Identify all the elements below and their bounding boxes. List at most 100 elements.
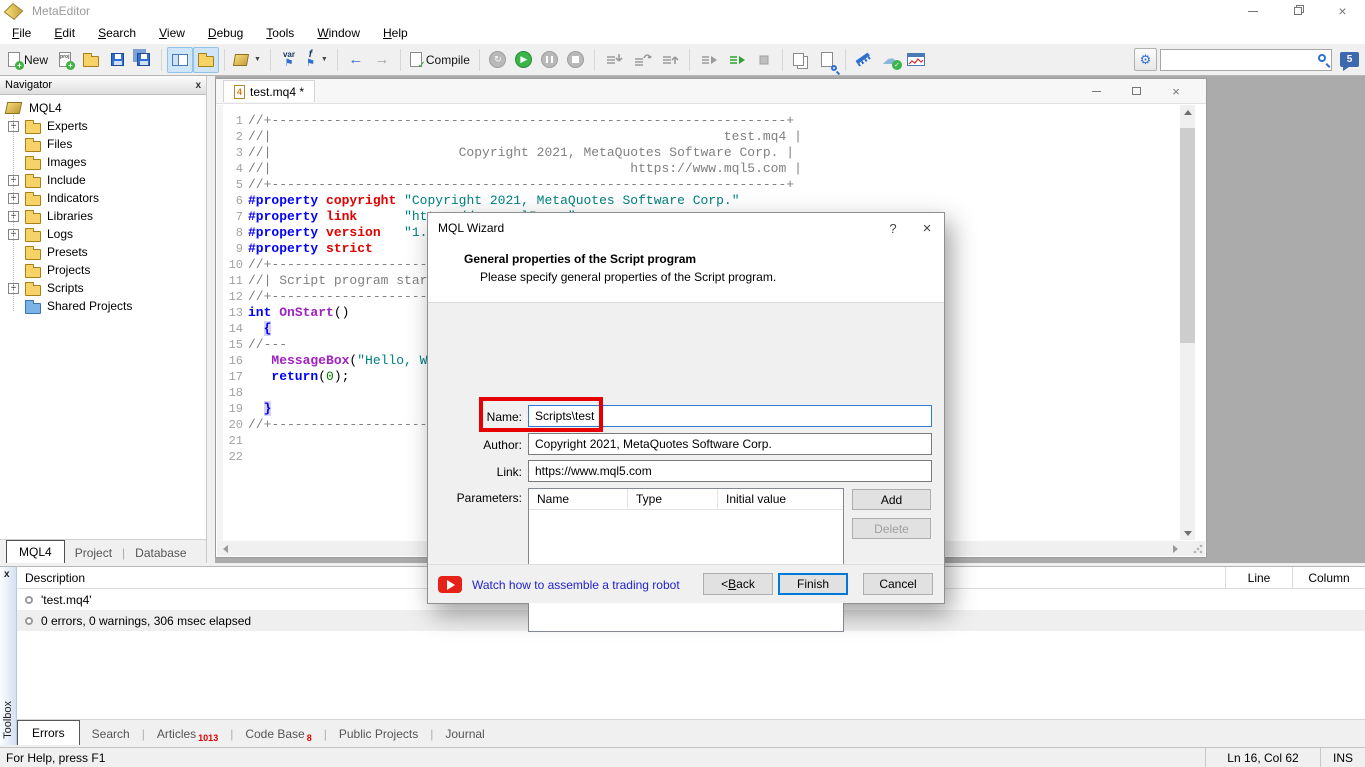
wizard-help-button[interactable]: ? [876, 213, 910, 243]
compile-button[interactable]: ✓ Compile [406, 47, 474, 73]
editor-vertical-scrollbar[interactable] [1180, 105, 1195, 540]
save-icon [111, 53, 124, 66]
resize-grip-icon[interactable] [1193, 544, 1203, 554]
parameters-table[interactable]: Name Type Initial value [528, 488, 844, 632]
tab-articles[interactable]: Articles1013 [145, 723, 230, 745]
tree-guide-line [13, 115, 14, 311]
scroll-up-icon[interactable] [1180, 105, 1195, 119]
scroll-down-icon[interactable] [1180, 526, 1195, 540]
toolbar-search [1160, 49, 1332, 71]
menu-view[interactable]: View [149, 23, 195, 43]
goto-function-button[interactable]: f⚑ ▼ [302, 47, 332, 73]
doc-maximize-button[interactable] [1116, 81, 1156, 101]
line-header: Line [1225, 567, 1292, 589]
step-over-button[interactable] [628, 47, 656, 73]
navigator-tab-project[interactable]: Project [65, 543, 122, 563]
tab-errors[interactable]: Errors [17, 720, 80, 745]
tree-item-scripts[interactable]: + Scripts [0, 279, 206, 297]
navigator-tree: MQL4 + Experts Files Images + Include [0, 95, 206, 315]
scrollbar-thumb[interactable] [1180, 128, 1195, 343]
run-to-cursor-button[interactable] [723, 47, 751, 73]
snippets-button[interactable]: ▼ [230, 47, 265, 73]
stop-debug-button[interactable] [563, 47, 589, 73]
toolbox-close-icon[interactable]: x [4, 569, 10, 580]
start-debug-button[interactable]: ▶ [511, 47, 537, 73]
back-arrow-icon: ← [348, 51, 363, 68]
copy-button[interactable] [788, 47, 814, 73]
tree-item-indicators[interactable]: + Indicators [0, 189, 206, 207]
wizard-title-bar: MQL Wizard ? × [428, 213, 944, 243]
toggle-navigator-button[interactable] [167, 47, 193, 73]
navigator-tab-mql4[interactable]: MQL4 [6, 540, 65, 563]
video-tutorial-link[interactable]: Watch how to assemble a trading robot [472, 578, 680, 592]
menu-search[interactable]: Search [88, 23, 146, 43]
new-file-button[interactable]: + New [4, 47, 52, 73]
parameters-table-header: Name Type Initial value [529, 489, 843, 510]
wizard-body: Name: Author: Link: Parameters: Name Typ… [428, 303, 944, 564]
menu-file[interactable]: File [2, 23, 41, 43]
tree-item-mql4-root[interactable]: MQL4 [0, 99, 206, 117]
tree-item-libraries[interactable]: + Libraries [0, 207, 206, 225]
cancel-button[interactable]: Cancel [863, 573, 933, 595]
tab-search[interactable]: Search [80, 723, 142, 745]
minimize-button[interactable] [1230, 0, 1275, 22]
tree-item-logs[interactable]: + Logs [0, 225, 206, 243]
tab-code-base[interactable]: Code Base8 [233, 723, 323, 745]
tree-item-files[interactable]: Files [0, 135, 206, 153]
tree-item-include[interactable]: + Include [0, 171, 206, 189]
tree-item-presets[interactable]: Presets [0, 243, 206, 261]
save-all-button[interactable] [130, 47, 156, 73]
link-field[interactable] [528, 460, 932, 482]
show-next-statement-button[interactable] [695, 47, 723, 73]
restore-button[interactable] [1275, 0, 1320, 22]
back-button[interactable]: < Back [703, 573, 773, 595]
doc-close-button[interactable]: × [1156, 81, 1196, 101]
menu-debug[interactable]: Debug [198, 23, 253, 43]
new-project-button[interactable]: proj+ [52, 47, 78, 73]
restart-debug-button[interactable]: ↻ [485, 47, 511, 73]
pause-debug-button[interactable] [537, 47, 563, 73]
cloud-protection-button[interactable]: ☁✓ [877, 47, 903, 73]
save-button[interactable] [104, 47, 130, 73]
finish-button[interactable]: Finish [778, 573, 848, 595]
search-icon[interactable] [1318, 54, 1326, 62]
notifications-badge[interactable]: 5 [1340, 52, 1359, 67]
styler-button[interactable] [851, 47, 877, 73]
scroll-right-icon[interactable] [1167, 541, 1183, 556]
tree-item-projects[interactable]: Projects [0, 261, 206, 279]
menu-tools[interactable]: Tools [256, 23, 304, 43]
tree-item-shared-projects[interactable]: Shared Projects [0, 297, 206, 315]
settings-button[interactable]: ⚙ [1134, 48, 1157, 71]
menu-help[interactable]: Help [373, 23, 418, 43]
navigate-forward-button[interactable]: → [369, 47, 395, 73]
toggle-breakpoint-button[interactable] [751, 47, 777, 73]
menu-window[interactable]: Window [307, 23, 370, 43]
wizard-close-button[interactable]: × [910, 213, 944, 243]
tab-public-projects[interactable]: Public Projects [327, 723, 430, 745]
navigator-close-icon[interactable]: x [195, 80, 201, 91]
open-charts-button[interactable] [903, 47, 929, 73]
tree-item-images[interactable]: Images [0, 153, 206, 171]
toggle-toolbox-button[interactable] [193, 47, 219, 73]
author-field[interactable] [528, 433, 932, 455]
step-out-button[interactable] [656, 47, 684, 73]
youtube-icon[interactable] [438, 576, 462, 593]
step-into-button[interactable] [600, 47, 628, 73]
find-in-files-button[interactable] [814, 47, 840, 73]
tab-journal[interactable]: Journal [433, 723, 496, 745]
navigate-back-button[interactable]: ← [343, 47, 369, 73]
search-input[interactable] [1160, 49, 1332, 71]
close-button[interactable]: × [1320, 0, 1365, 22]
navigator-tab-database[interactable]: Database [125, 543, 196, 563]
scroll-left-icon[interactable] [217, 541, 233, 556]
vertical-splitter[interactable] [207, 76, 215, 563]
tree-item-experts[interactable]: + Experts [0, 117, 206, 135]
doc-minimize-button[interactable] [1076, 81, 1116, 101]
restart-icon: ↻ [489, 51, 506, 68]
editor-tab-test-mq4[interactable]: 4 test.mq4 * [223, 80, 315, 102]
menu-edit[interactable]: Edit [44, 23, 85, 43]
goto-variable-button[interactable]: var⚑ [276, 47, 302, 73]
open-file-button[interactable] [78, 47, 104, 73]
add-parameter-button[interactable]: Add [852, 489, 931, 510]
navigator-panel-icon [172, 54, 188, 66]
